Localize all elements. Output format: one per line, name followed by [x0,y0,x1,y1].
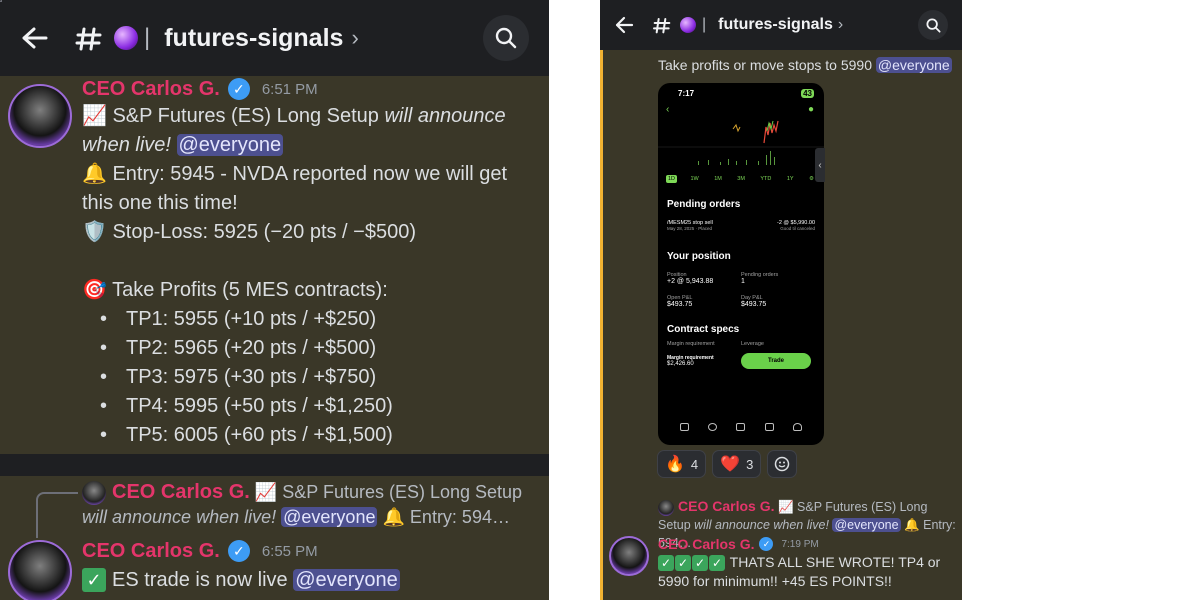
timestamp: 6:51 PM [261,80,318,98]
channel-header: | futures-signals › [600,0,962,50]
check-mark-icon: ✓ [82,568,106,592]
chart-up-icon: 📈 [82,105,107,127]
bell-icon: 🔔 [82,163,107,185]
channel-header: | futures-signals › [0,0,549,76]
tab-range[interactable]: 1Y [785,175,796,183]
explore-icon[interactable] [736,423,746,431]
avatar[interactable] [8,540,72,600]
list-item: TP1: 5955 (+10 pts / +$250) [100,305,542,334]
check-mark-icon: ✓ [658,555,674,571]
back-chevron-icon: ‹ [666,104,670,115]
chart-up-icon: 📈 [777,500,794,514]
message-divider [0,454,549,476]
timestamp: 6:55 PM [261,542,318,560]
message-header: CEO Carlos G. ✓ 7:19 PM [658,534,819,554]
left-screenshot: | futures-signals › CEO Carlos G. ✓ 6:51… [0,0,549,600]
author-name[interactable]: CEO Carlos G. [82,540,220,563]
verified-badge-icon: ✓ [227,78,250,100]
list-item: TP2: 5965 (+20 pts / +$500) [100,334,542,363]
fire-icon: 🔥 [665,456,685,473]
profile-icon[interactable] [793,423,803,431]
add-reaction-button[interactable] [767,450,798,478]
message-body: 📈 S&P Futures (ES) Long Setup will annou… [82,102,542,450]
search-button[interactable] [918,10,948,40]
search-icon [925,17,941,33]
phone-bottom-nav [658,423,824,431]
check-mark-icon: ✓ [692,555,708,571]
crystal-ball-icon [680,17,696,33]
tab-range[interactable]: 3M [735,175,747,183]
reactions-bar: 🔥 4 ❤️ 3 [657,450,798,478]
channel-title[interactable]: futures-signals [164,24,343,53]
avatar[interactable] [8,84,72,148]
range-tabs: 1D 1W 1M 3M YTD 1Y ⚙ [658,175,824,183]
check-mark-icon: ✓ [675,555,691,571]
everyone-mention[interactable]: @everyone [293,569,400,591]
channel-hash-icon [652,15,672,35]
message-body: Take profits or move stops to 5990 @ever… [658,57,952,73]
everyone-mention[interactable]: @everyone [176,134,284,156]
chart-up-icon: 📈 [254,482,278,502]
verified-badge-icon: ✓ [227,540,250,562]
tab-range[interactable]: 1D [666,175,678,183]
bell-icon: 🔔 [382,507,405,528]
targets-list: TP1: 5955 (+10 pts / +$250) TP2: 5965 (+… [100,305,542,450]
target-icon: 🎯 [82,279,107,301]
verified-badge-icon: ✓ [759,537,774,551]
message-body: ✓ ✓ ✓ ✓ THATS ALL SHE WROTE! TP4 or 5990 fo… [658,554,941,589]
reaction-heart[interactable]: ❤️ 3 [712,450,762,478]
messages-icon[interactable] [764,423,774,431]
check-mark-icon: ✓ [709,555,725,571]
take-profits-label: Take Profits (5 MES contracts): [112,279,388,301]
everyone-mention[interactable]: @everyone [875,57,952,73]
channel-title[interactable]: futures-signals [718,16,833,34]
reply-connector [0,0,2,2]
timestamp: 7:19 PM [781,538,819,550]
tab-range[interactable]: 1W [688,175,700,183]
mini-avatar [658,499,674,516]
crystal-ball-icon [114,26,138,50]
list-item: TP3: 5975 (+30 pts / +$750) [100,363,542,392]
add-reaction-icon [775,456,790,472]
tab-range[interactable]: YTD [758,175,773,183]
chevron-left-icon[interactable]: ‹ [815,148,825,182]
back-arrow-icon[interactable] [614,16,634,34]
shield-icon: 🛡️ [82,221,107,243]
reply-connector [36,492,78,538]
phone-status-bar: 7:17 43 [678,89,814,98]
avatar[interactable] [609,536,649,576]
stoploss-text: Stop-Loss: 5925 (−20 pts / −$500) [112,221,417,243]
tab-range[interactable]: 1M [712,175,724,183]
message-header: CEO Carlos G. ✓ 6:55 PM [82,538,318,564]
chevron-right-icon[interactable]: › [838,16,843,34]
message-header: CEO Carlos G. ✓ 6:51 PM [82,76,318,102]
chart-icon[interactable] [679,423,689,431]
reaction-fire[interactable]: 🔥 4 [657,450,707,478]
check-circle-icon: ● [807,104,814,115]
heart-icon: ❤️ [720,456,741,473]
search-icon [495,27,517,49]
list-item: TP5: 6005 (+60 pts / +$1,500) [100,421,542,450]
message-body: ✓ ES trade is now live @everyone [82,566,400,595]
compass-icon[interactable] [708,423,718,431]
mini-avatar [82,481,106,506]
reply-preview[interactable]: CEO Carlos G. 📈 S&P Futures (ES) Long Se… [82,480,542,530]
chevron-right-icon[interactable]: › [351,25,358,51]
channel-hash-icon [74,23,104,53]
bell-icon: 🔔 [904,518,920,532]
price-chart [658,117,824,165]
trade-button[interactable]: Trade [741,353,811,369]
back-arrow-icon[interactable] [20,26,48,50]
list-item: TP4: 5995 (+50 pts / +$1,250) [100,392,542,421]
battery-icon: 43 [801,89,814,98]
author-name[interactable]: CEO Carlos G. [82,78,220,101]
author-name[interactable]: CEO Carlos G. [658,536,754,552]
setup-title: S&P Futures (ES) Long Setup [112,105,379,127]
phone-screenshot-attachment[interactable]: 7:17 43 ‹ ● 1D 1W 1M 3M YTD 1Y ⚙ Pending… [658,83,824,445]
search-button[interactable] [483,15,529,61]
entry-text: Entry: 5945 - NVDA reported now we will … [82,163,508,214]
